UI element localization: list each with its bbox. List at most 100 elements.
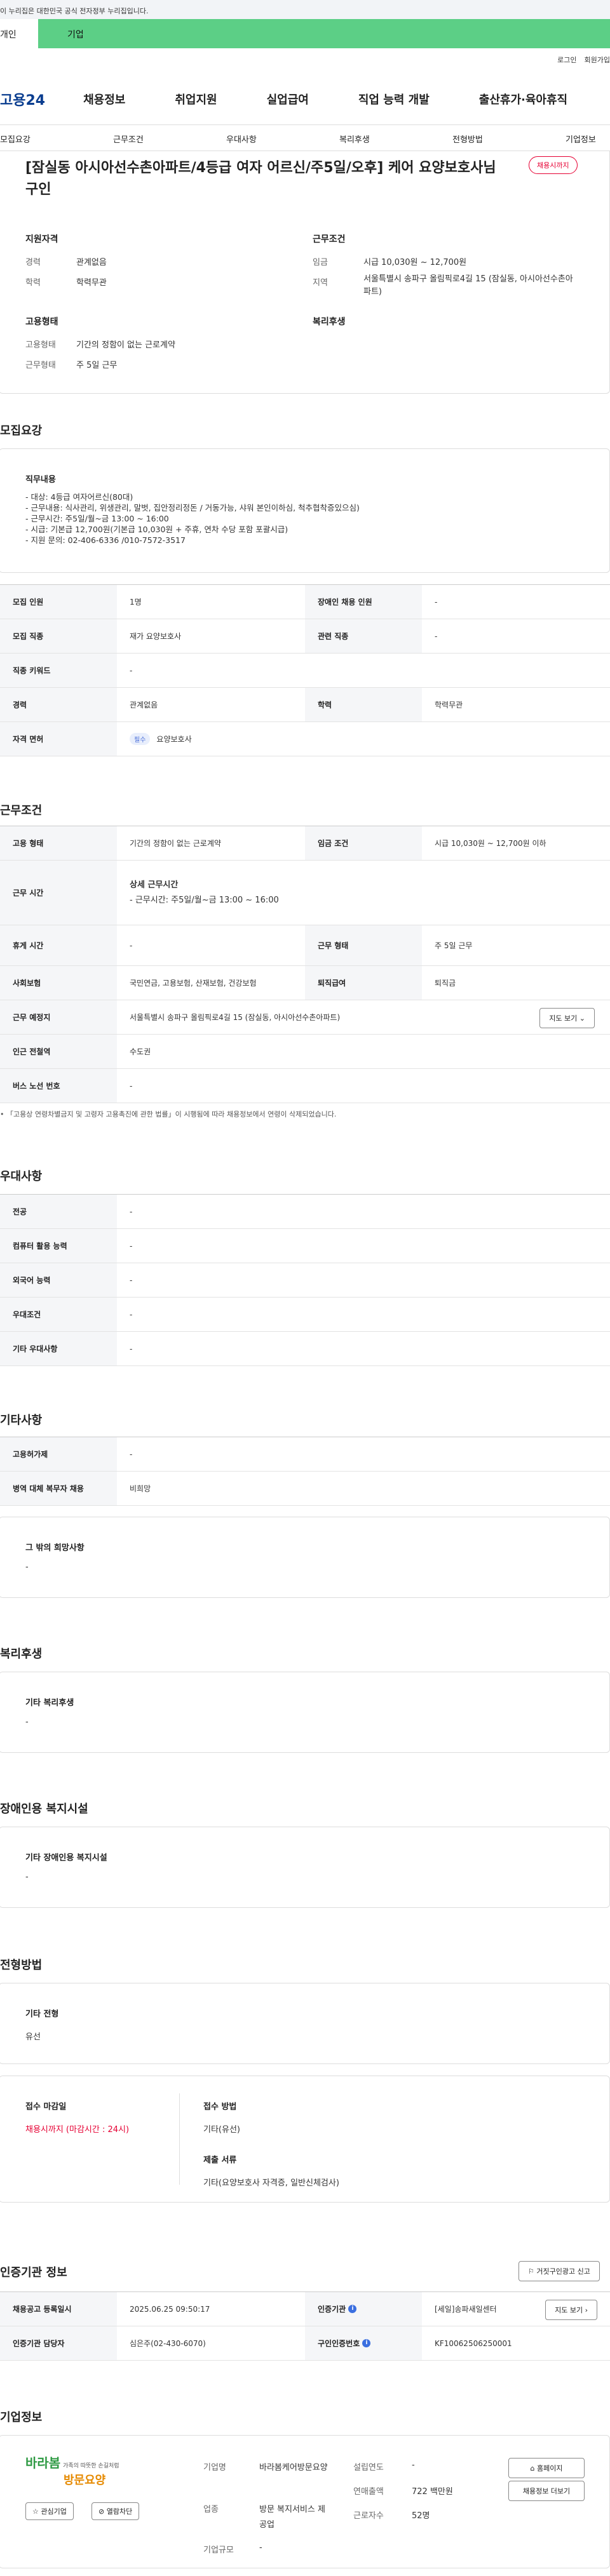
table-row: 버스 노선 번호 - xyxy=(0,1069,610,1103)
signup-link[interactable]: 회원가입 xyxy=(585,56,610,64)
block-icon: ⊘ xyxy=(98,2507,105,2516)
report-icon: ⚐ xyxy=(528,2267,534,2276)
size-label: 기업규모 xyxy=(203,2546,234,2555)
company-name-label: 기업명 xyxy=(203,2463,226,2472)
nav-item-benefit[interactable]: 실업급여 xyxy=(267,91,309,107)
edu-value: 학력무관 xyxy=(76,278,107,288)
emptype-value: 기간의 정함이 없는 근로계약 xyxy=(76,340,175,350)
age-note: • 「고용상 연령차별금지 및 고령자 고용촉진에 관한 법률」이 시행됨에 따… xyxy=(0,1110,337,1118)
year-value: - xyxy=(412,2460,415,2470)
career-value: 관계없음 xyxy=(76,258,107,267)
section-agency-title: 인증기관 정보 xyxy=(0,2266,67,2279)
workform-value: 주 5일 근무 xyxy=(76,361,118,370)
nav-item-jobs[interactable]: 채용정보 xyxy=(83,91,125,107)
map-button[interactable]: 지도 보기 ⌄ xyxy=(539,1008,595,1028)
subnav-selection[interactable]: 전형방법 xyxy=(452,133,483,145)
industry-label: 업종 xyxy=(203,2505,219,2514)
pref-table: 전공 - 컴퓨터 활용 능력 - 외국어 능력 - 우대조건 - 기타 우대사항 - xyxy=(0,1194,610,1366)
table-row: 인근 전철역 수도권 xyxy=(0,1035,610,1069)
table-row: 사회보험 국민연금, 고용보험, 산재보험, 건강보험 퇴직급여 퇴직금 xyxy=(0,966,610,1000)
welfare-summary-title: 복리후생 xyxy=(313,317,346,327)
table-row: 외국어 능력 - xyxy=(0,1263,610,1298)
homepage-button[interactable]: ⌂ 홈페이지 xyxy=(508,2458,585,2478)
other-wish-title: 그 밖의 희망사항 xyxy=(25,1543,85,1553)
login-link[interactable]: 로그인 xyxy=(557,56,576,64)
table-row: 채용공고 등록일시 2025.06.25 09:50:17 인증기관 i [세일]… xyxy=(0,2292,610,2326)
other-wish-value: - xyxy=(25,1562,29,1572)
region-value: 서울특별시 송파구 올림픽로4길 15 (잠실동, 아시아선수촌아파트) xyxy=(363,274,573,297)
section-disabled-title: 장애인용 복지시설 xyxy=(0,1802,88,1816)
table-row: 근무 예정지 서울특별시 송파구 올림픽로4길 15 (잠실동, 아시아선수촌아파… xyxy=(0,1000,610,1035)
sales-label: 연매출액 xyxy=(353,2487,384,2497)
section-subnav: 모집요강 근무조건 우대사항 복리후생 전형방법 기업정보 xyxy=(0,124,610,151)
subnav-recruit[interactable]: 모집요강 xyxy=(0,133,30,145)
wage-label: 임금 xyxy=(313,258,328,267)
company-name-value: 바라봄케어방문요양 xyxy=(259,2463,328,2472)
table-row: 인증기관 담당자 심은주(02-430-6070) 구인인증번호 i KF1006… xyxy=(0,2326,610,2361)
table-row: 모집 직종 재가 요양보호사 관련 직종 - xyxy=(0,619,610,654)
emptype-label: 고용형태 xyxy=(25,340,56,350)
job-title: [잠실동 아시아선수촌아파트/4등급 여자 어르신/주5일/오후] 케어 요양보… xyxy=(25,160,496,198)
block-view-button[interactable]: ⊘ 열람차단 xyxy=(92,2502,140,2520)
table-row: 경력 관계없음 학력 학력무관 xyxy=(0,688,610,722)
report-button[interactable]: ⚐ 거짓구인광고 신고 xyxy=(518,2261,600,2281)
table-row: 휴게 시간 - 근무 형태 주 5일 근무 xyxy=(0,925,610,966)
disabled-title: 기타 장애인용 복지시설 xyxy=(25,1853,107,1863)
home-icon: ⌂ xyxy=(530,2464,535,2472)
tab-personal[interactable]: 개인 xyxy=(0,19,38,48)
status-badge: 채용시까지 xyxy=(529,156,578,174)
table-row: 컴퓨터 활용 능력 - xyxy=(0,1229,610,1263)
info-icon[interactable]: i xyxy=(362,2339,371,2347)
qual-title: 지원자격 xyxy=(25,234,58,245)
edu-label: 학력 xyxy=(25,278,41,288)
util-links: 로그인 회원가입 xyxy=(550,55,610,65)
employees-label: 근로자수 xyxy=(353,2511,384,2521)
nav-item-training[interactable]: 직업 능력 개발 xyxy=(358,91,430,107)
deadline-value: 채용시까지 (마감시간 : 24시) xyxy=(25,2125,130,2135)
industry-value: 방문 복지서비스 제공업 xyxy=(259,2505,325,2530)
nav-item-leave[interactable]: 출산휴가·육아휴직 xyxy=(479,91,567,107)
nav-item-support[interactable]: 취업지원 xyxy=(175,91,217,107)
section-recruit-title: 모집요강 xyxy=(0,424,43,438)
welfare-title: 기타 복리후생 xyxy=(25,1698,74,1708)
star-icon: ☆ xyxy=(32,2507,39,2516)
table-row: 자격 면허 필수 요양보호사 xyxy=(0,722,610,756)
subnav-welfare[interactable]: 복리후생 xyxy=(339,133,370,145)
table-row: 직종 키워드 - xyxy=(0,654,610,688)
work-table: 고용 형태 기간의 정함이 없는 근로계약 임금 조건 시급 10,030원 ~ 1… xyxy=(0,826,610,1103)
selection-title: 기타 전형 xyxy=(25,2009,59,2019)
other-wish-card xyxy=(0,1517,610,1598)
subnav-work[interactable]: 근무조건 xyxy=(113,133,144,145)
disabled-value: - xyxy=(25,1872,29,1882)
year-label: 설립연도 xyxy=(353,2463,384,2472)
subnav-company[interactable]: 기업정보 xyxy=(566,133,596,145)
table-row: 우대조건 - xyxy=(0,1298,610,1332)
subnav-pref[interactable]: 우대사항 xyxy=(226,133,257,145)
table-row: 모집 인원 1명 장애인 채용 인원 - xyxy=(0,585,610,619)
section-work-title: 근무조건 xyxy=(0,804,43,817)
etc-table: 고용허가제 - 병역 대체 복무자 채용 비희망 xyxy=(0,1437,610,1506)
more-jobs-button[interactable]: 채용정보 더보기 xyxy=(508,2481,585,2501)
agency-map-button[interactable]: 지도 보기 › xyxy=(545,2300,597,2320)
welfare-value: - xyxy=(25,1717,29,1727)
section-welfare-title: 복리후생 xyxy=(0,1647,43,1661)
workform-label: 근무형태 xyxy=(25,361,56,370)
fav-company-button[interactable]: ☆ 관심기업 xyxy=(25,2502,74,2520)
career-label: 경력 xyxy=(25,258,41,267)
docs-value: 기타(요양보호사 자격증, 일반신체검사) xyxy=(203,2178,339,2188)
cond-title: 근무조건 xyxy=(313,234,346,245)
top-tabs: 개인 기업 xyxy=(0,19,610,48)
site-logo[interactable]: 고용24 xyxy=(0,89,45,109)
recruit-table: 모집 인원 1명 장애인 채용 인원 - 모집 직종 재가 요양보호사 관련 직종 - … xyxy=(0,584,610,756)
tab-company[interactable]: 기업 xyxy=(38,19,610,48)
section-etc-title: 기타사항 xyxy=(0,1414,43,1427)
disabled-card xyxy=(0,1827,610,1908)
wage-value: 시급 10,030원 ~ 12,700원 xyxy=(363,258,467,267)
table-row: 기타 우대사항 - xyxy=(0,1332,610,1366)
section-selection-title: 전형방법 xyxy=(0,1959,43,1972)
deadline-title: 접수 마감일 xyxy=(25,2102,67,2112)
divider xyxy=(179,2093,180,2185)
selection-card xyxy=(0,1983,610,2064)
selection-value: 유선 xyxy=(25,2032,41,2042)
info-icon[interactable]: i xyxy=(348,2305,357,2313)
